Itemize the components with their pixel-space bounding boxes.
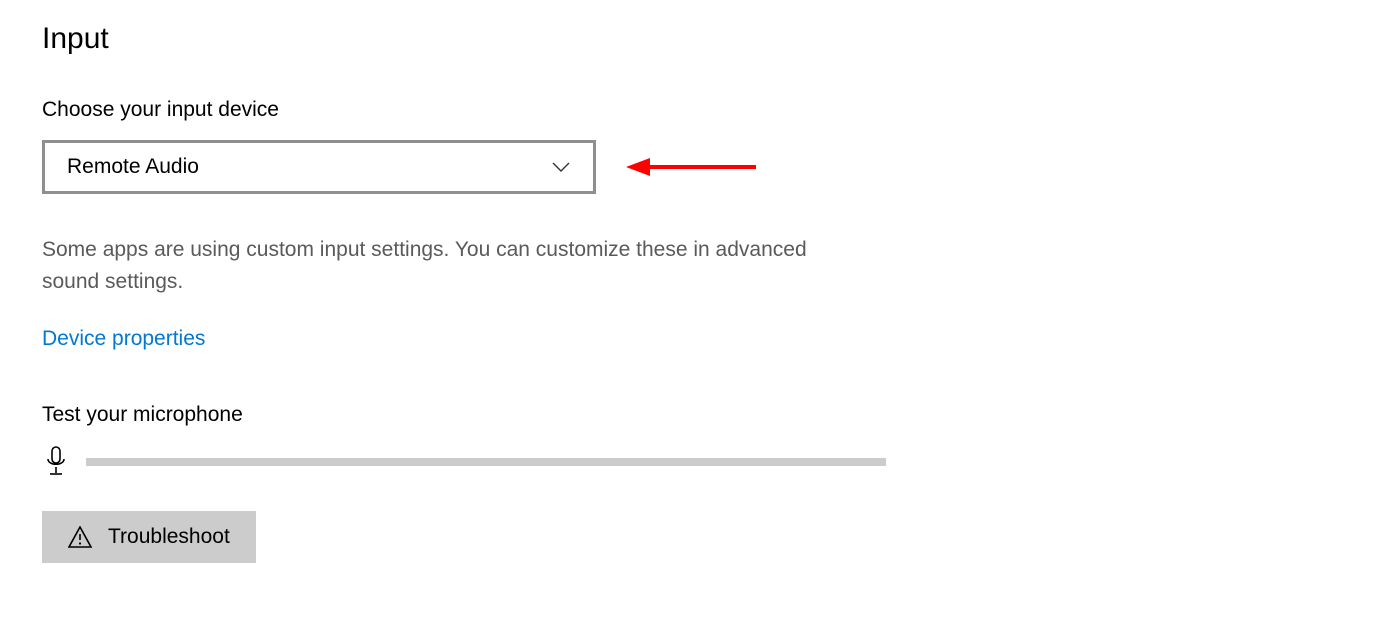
input-section-title: Input (42, 22, 1338, 56)
microphone-level-bar (86, 458, 886, 466)
device-properties-link[interactable]: Device properties (42, 327, 205, 351)
troubleshoot-button-label: Troubleshoot (108, 525, 230, 549)
chevron-down-icon (551, 157, 571, 177)
dropdown-row: Remote Audio (42, 140, 1338, 194)
custom-settings-description: Some apps are using custom input setting… (42, 234, 822, 297)
test-microphone-label: Test your microphone (42, 403, 1338, 427)
microphone-icon (42, 445, 70, 479)
dropdown-selected-value: Remote Audio (67, 155, 199, 179)
input-device-dropdown[interactable]: Remote Audio (42, 140, 596, 194)
annotation-arrow (626, 152, 756, 182)
microphone-test-row (42, 445, 1338, 479)
troubleshoot-button[interactable]: Troubleshoot (42, 511, 256, 563)
warning-icon (68, 525, 92, 549)
choose-input-device-label: Choose your input device (42, 98, 1338, 122)
